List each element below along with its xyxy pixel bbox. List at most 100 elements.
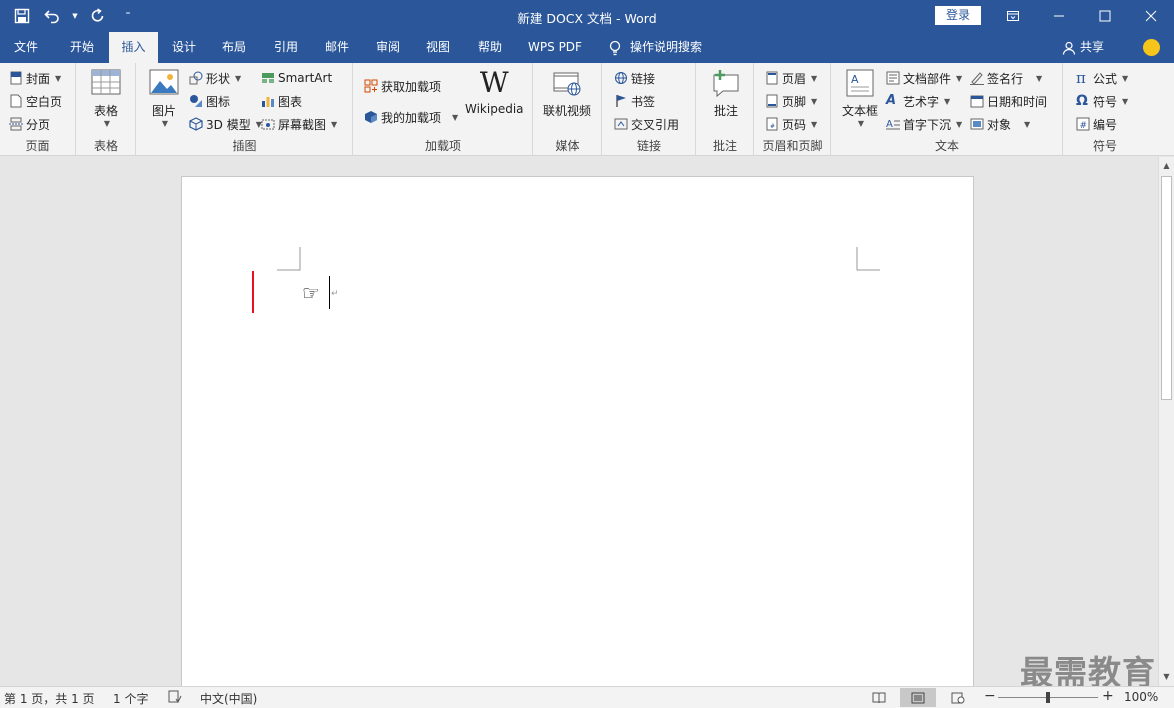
page-count[interactable]: 第 1 页，共 1 页 [4,690,95,707]
online-video-button[interactable]: 联机视频 [543,67,591,119]
object-button[interactable]: 对象 ▼ [970,114,1030,134]
document-canvas[interactable]: ☞ ↵ [0,157,1158,696]
tab-file[interactable]: 文件 [0,32,52,63]
lightbulb-icon [609,40,621,55]
print-layout-icon[interactable] [900,688,936,707]
cover-page-icon [9,71,23,85]
cross-reference-button[interactable]: 交叉引用 [614,114,679,134]
drop-cap-button[interactable]: A 首字下沉 ▼ [886,114,962,134]
title-bar: ▼ ⁼ 新建 DOCX 文档 - Word 登录 [0,0,1174,32]
group-tables: 表格 ▼ 表格 [77,63,136,156]
shapes-icon [189,71,203,85]
icons-button[interactable]: 图标 [189,91,230,111]
number-sign-icon: # [1076,117,1090,131]
tab-home[interactable]: 开始 [57,32,107,63]
tell-me-search[interactable]: 操作说明搜索 [608,32,702,63]
tab-wps-pdf[interactable]: WPS PDF [519,32,591,63]
margin-corner-top-right [856,247,880,271]
smartart-button[interactable]: SmartArt [261,68,332,88]
group-pages: 封面 ▼ 空白页 分页 页面 [0,63,76,156]
quick-parts-button[interactable]: 文档部件 ▼ [886,68,962,88]
tab-review[interactable]: 审阅 [364,32,412,63]
header-button[interactable]: 页眉 ▼ [765,68,817,88]
shapes-button[interactable]: 形状 ▼ [189,68,241,88]
document-page[interactable]: ☞ ↵ [181,176,974,696]
link-button[interactable]: 链接 [614,68,655,88]
my-addins-button[interactable]: 我的加载项 ▼ [364,107,458,127]
cover-page-button[interactable]: 封面 ▼ [9,68,61,88]
redo-icon[interactable] [86,5,110,27]
group-media: 联机视频 媒体 [534,63,602,156]
vertical-scrollbar[interactable]: ▲ ▼ [1158,157,1174,686]
group-label-illustrations: 插图 [232,139,257,153]
feedback-smiley-icon[interactable] [1143,39,1160,56]
chart-button[interactable]: 图表 [261,91,302,111]
proofing-icon[interactable] [168,690,182,707]
scroll-up-icon[interactable]: ▲ [1159,159,1174,173]
undo-dropdown-icon[interactable]: ▼ [70,5,80,27]
svg-text:A: A [851,73,859,86]
tab-layout[interactable]: 布局 [210,32,258,63]
group-label-media: 媒体 [555,139,580,153]
page-break-button[interactable]: 分页 [9,114,50,134]
save-icon[interactable] [10,5,34,27]
blank-page-button[interactable]: 空白页 [9,91,62,111]
group-label-tables: 表格 [93,139,118,153]
pi-icon: π [1076,69,1086,87]
minimize-icon[interactable] [1036,0,1082,32]
tab-mailings[interactable]: 邮件 [313,32,361,63]
tab-insert[interactable]: 插入 [109,32,158,63]
tab-design[interactable]: 设计 [160,32,208,63]
ribbon-display-options-icon[interactable] [990,0,1036,32]
maximize-icon[interactable] [1082,0,1128,32]
group-text: A 文本框 ▼ 文档部件 ▼ A 艺术字 ▼ A 首字下沉 ▼ 签名行 ▼ 日期和时间 … [832,63,1063,156]
customize-qat-icon[interactable]: ⁼ [116,5,140,27]
wordart-button[interactable]: A 艺术字 ▼ [886,91,950,111]
zoom-level[interactable]: 100% [1124,690,1158,704]
wikipedia-button[interactable]: W Wikipedia [465,66,524,117]
tell-me-label: 操作说明搜索 [630,40,703,54]
close-icon[interactable] [1128,0,1174,32]
zoom-in-button[interactable]: + [1102,688,1114,704]
page-number-icon: # [765,117,779,131]
date-time-button[interactable]: 日期和时间 [970,91,1047,111]
omega-icon: Ω [1076,93,1088,109]
bookmark-button[interactable]: 书签 [614,91,655,111]
scrollbar-thumb[interactable] [1161,176,1172,400]
zoom-slider-thumb[interactable] [1046,692,1050,703]
person-icon [1062,41,1076,55]
language-status[interactable]: 中文(中国) [200,690,257,707]
group-addins: 获取加载项 我的加载项 ▼ W Wikipedia 加载项 [354,63,533,156]
signature-icon [970,71,984,85]
word-count[interactable]: 1 个字 [113,690,148,707]
undo-icon[interactable] [40,5,64,27]
screenshot-button[interactable]: 屏幕截图 ▼ [261,114,337,134]
symbol-button[interactable]: Ω 符号 ▼ [1076,91,1128,111]
signature-line-button[interactable]: 签名行 ▼ [970,68,1042,88]
read-mode-icon[interactable] [861,688,897,707]
footer-button[interactable]: 页脚 ▼ [765,91,817,111]
table-button[interactable]: 表格 ▼ [91,67,121,128]
footer-icon [765,94,779,108]
web-layout-icon[interactable] [940,688,976,707]
numbering-button[interactable]: # 编号 [1076,114,1117,134]
pointing-hand-symbol[interactable]: ☞ [302,281,320,305]
tab-view[interactable]: 视图 [414,32,462,63]
textbox-button[interactable]: A 文本框 ▼ [842,67,878,128]
new-comment-button[interactable]: 批注 [711,67,741,119]
tab-help[interactable]: 帮助 [466,32,514,63]
scroll-down-icon[interactable]: ▼ [1159,670,1174,684]
quick-parts-icon [886,71,900,85]
3d-models-button[interactable]: 3D 模型 ▼ [189,114,262,134]
login-button[interactable]: 登录 [935,6,981,25]
picture-button[interactable]: 图片 ▼ [149,67,179,128]
share-button[interactable]: 共享 [1062,32,1104,63]
picture-icon [149,67,179,99]
get-addins-button[interactable]: 获取加载项 [364,76,441,96]
zoom-out-button[interactable]: − [984,688,996,704]
equation-button[interactable]: π 公式 ▼ [1076,68,1128,88]
page-number-button[interactable]: # 页码 ▼ [765,114,817,134]
tab-references[interactable]: 引用 [262,32,310,63]
wikipedia-icon: W [479,66,509,99]
group-label-pages: 页面 [25,139,50,153]
